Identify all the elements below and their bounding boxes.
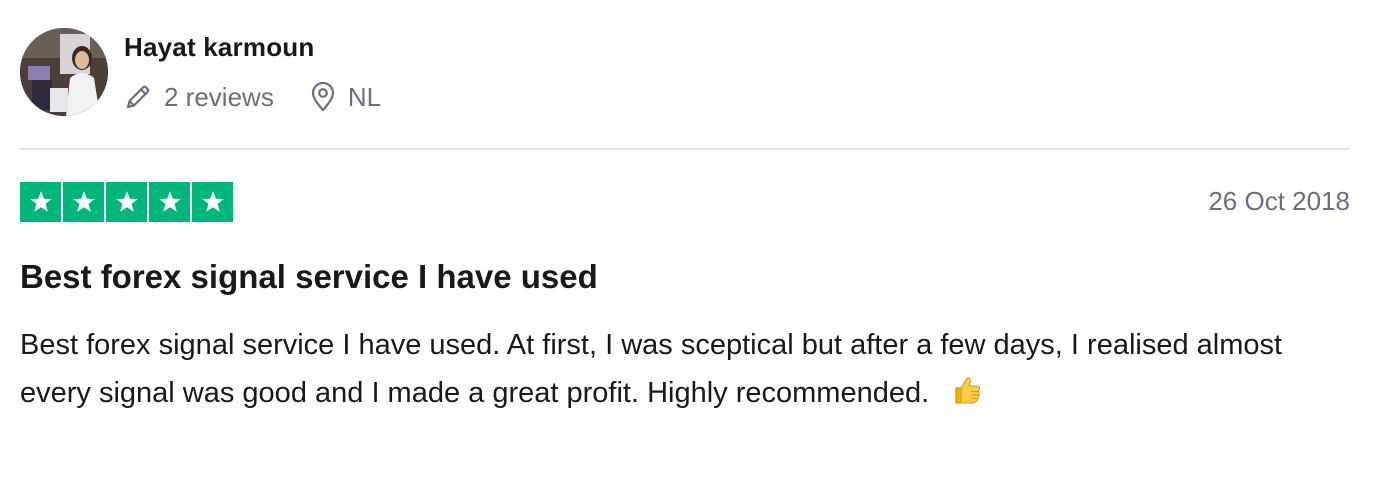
pencil-icon: [124, 83, 152, 111]
review-body: Best forex signal service I have used. A…: [20, 322, 1320, 421]
star-icon: [106, 182, 147, 222]
reviews-count-label: 2 reviews: [164, 81, 274, 112]
reviewer-meta: 2 reviews NL: [124, 80, 381, 114]
reviewer-name[interactable]: Hayat karmoun: [124, 32, 314, 63]
divider: [20, 148, 1350, 150]
avatar[interactable]: [20, 28, 108, 116]
reviewer-location: NL: [310, 82, 381, 113]
avatar-photo: [20, 28, 108, 116]
review-card: Hayat karmoun 2 reviews NL 26 Oct 2018 B…: [0, 0, 1388, 487]
review-title[interactable]: Best forex signal service I have used: [20, 258, 598, 296]
star-icon: [149, 182, 190, 222]
star-icon: [192, 182, 233, 222]
reviews-count: 2 reviews: [124, 82, 274, 113]
star-rating: [20, 182, 233, 222]
location-pin-icon: [310, 82, 336, 112]
location-label: NL: [347, 81, 382, 112]
star-icon: [63, 182, 104, 222]
star-icon: [20, 182, 61, 222]
review-date: 26 Oct 2018: [1208, 186, 1350, 216]
review-text: Best forex signal service I have used. A…: [20, 329, 1283, 409]
thumbs-up-icon: [951, 374, 983, 422]
